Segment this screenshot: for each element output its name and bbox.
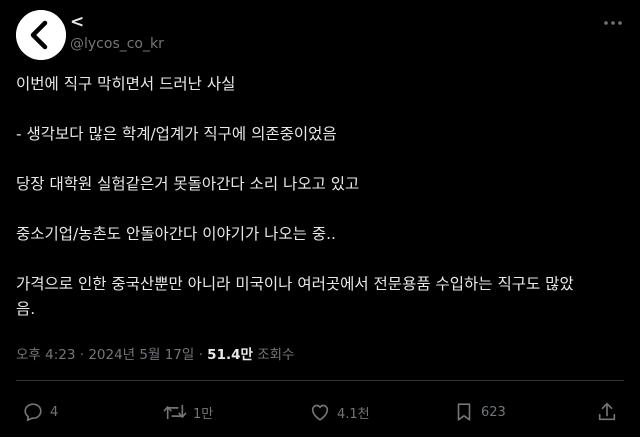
reply-count: 4 <box>50 404 59 420</box>
tweet-paragraph: 이번에 직구 막히면서 드러난 사실 <box>16 75 236 93</box>
reply-button[interactable]: 4 <box>22 398 58 426</box>
bookmark-icon <box>457 403 471 421</box>
repost-count: 1만 <box>193 406 214 422</box>
repost-icon <box>163 404 187 420</box>
share-button[interactable] <box>596 398 624 426</box>
share-icon <box>598 402 616 421</box>
bookmark-count: 623 <box>481 404 506 420</box>
more-options-button[interactable] <box>602 12 624 34</box>
chevron-left-logo-icon <box>16 10 66 60</box>
meta-separator: · <box>75 347 89 363</box>
action-bar: 4 1만 4.1천 623 <box>16 398 624 426</box>
like-button[interactable]: 4.1천 <box>309 398 370 426</box>
heart-icon <box>311 404 329 421</box>
avatar[interactable] <box>16 10 66 60</box>
tweet-date[interactable]: 2024년 5월 17일 <box>88 347 194 363</box>
tweet-paragraph: - 생각보다 많은 학계/업계가 직구에 의존중이었음 <box>16 125 337 143</box>
tweet-time[interactable]: 오후 4:23 <box>16 347 75 363</box>
views-count[interactable]: 51.4만 <box>207 347 253 363</box>
like-count: 4.1천 <box>337 406 370 422</box>
meta-separator: · <box>194 347 208 363</box>
reply-icon <box>24 403 42 422</box>
display-name[interactable]: < <box>70 12 164 32</box>
more-horizontal-icon <box>604 21 622 25</box>
tweet-meta: 오후 4:23 · 2024년 5월 17일 · 51.4만 조회수 <box>16 345 294 365</box>
views-label: 조회수 <box>252 347 295 363</box>
tweet-paragraph: 중소기업/농촌도 안돌아간다 이야기가 나오는 중.. <box>16 225 336 243</box>
tweet-text: 이번에 직구 막히면서 드러난 사실 - 생각보다 많은 학계/업계가 직구에 … <box>16 72 624 322</box>
tweet-header: < @lycos_co_kr <box>16 10 624 64</box>
author-info: < @lycos_co_kr <box>70 12 164 54</box>
author-handle[interactable]: @lycos_co_kr <box>70 34 164 54</box>
repost-button[interactable]: 1만 <box>163 398 213 426</box>
tweet-paragraph: 당장 대학원 실험같은거 못돌아간다 소리 나오고 있고 <box>16 175 360 193</box>
divider <box>16 380 624 381</box>
tweet-paragraph: 가격으로 인한 중국산뿐만 아니라 미국이나 여러곳에서 전문용품 수입하는 직… <box>16 275 574 318</box>
bookmark-button[interactable]: 623 <box>453 398 506 426</box>
